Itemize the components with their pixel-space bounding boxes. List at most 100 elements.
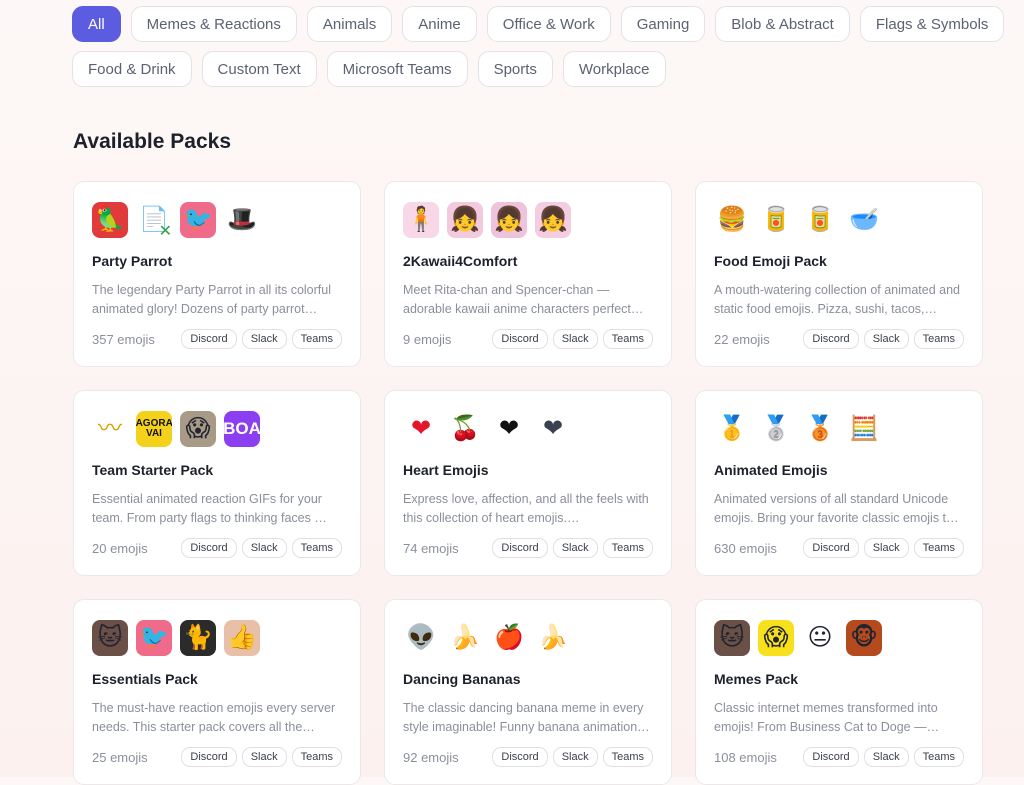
pack-card-2kawaii4comfort[interactable]: 🧍 👧 👧 👧 2Kawaii4Comfort Meet Rita-chan and Sp… [384,181,672,367]
anime-girl-face-icon: 👧 [447,202,483,238]
pack-card-team-starter-pack[interactable]: 〰 AGORA VAI 😱 BOA Team Starter Pack Essential… [73,390,361,576]
anime-girl-standing-icon: 🧍 [403,202,439,238]
pack-footer: 25 emojis Discord Slack Teams [92,747,342,767]
platform-tag-teams: Teams [602,747,653,767]
filter-chip-workplace[interactable]: Workplace [562,51,666,87]
banana-dancer-icon: 🍌 [447,620,483,656]
platform-tags: Discord Slack Teams [803,538,964,558]
platform-tag-slack: Slack [241,538,287,558]
emoji-count: 357 emojis [92,331,155,347]
pack-footer: 92 emojis Discord Slack Teams [403,747,653,767]
emoji-count: 92 emojis [403,749,459,765]
filter-row-1: All Memes & Reactions Animals Anime Office &… [72,6,1005,42]
platform-tag-slack: Slack [552,329,598,349]
pack-footer: 9 emojis Discord Slack Teams [403,329,653,349]
platform-tags: Discord Slack Teams [181,329,342,349]
platform-tags: Discord Slack Teams [181,538,342,558]
platform-tag-teams: Teams [291,747,342,767]
platform-tag-slack: Slack [863,329,909,349]
filter-chip-anime[interactable]: Anime [402,6,477,42]
platform-tag-discord: Discord [492,747,548,767]
pack-description: Essential animated reaction GIFs for you… [92,492,327,525]
filter-chip-gaming[interactable]: Gaming [620,6,706,42]
pack-card-memes-pack[interactable]: 🐱 😱 😐 🐵 Memes Pack Classic internet memes tra… [695,599,983,785]
parrot-x-icon: 📄 ✕ [136,202,172,238]
pack-card-dancing-bananas[interactable]: 👽 🍌 🍎 🍌 Dancing Bananas The classic dancing b… [384,599,672,785]
platform-tag-teams: Teams [913,329,964,349]
filter-chip-office-and-work[interactable]: Office & Work [486,6,611,42]
pack-footer: 74 emojis Discord Slack Teams [403,538,653,558]
pack-footer: 22 emojis Discord Slack Teams [714,329,964,349]
pack-title: Heart Emojis [403,462,489,478]
pack-footer: 630 emojis Discord Slack Teams [714,538,964,558]
pack-preview-icons: 🧍 👧 👧 👧 [403,200,653,240]
platform-tag-slack: Slack [552,747,598,767]
emoji-count: 22 emojis [714,331,770,347]
gentleman-parrot-icon: 🎩 [224,202,260,238]
section-title: Available Packs [73,130,231,153]
filter-chip-sports[interactable]: Sports [477,51,553,87]
pack-title: Party Parrot [92,253,173,269]
filter-chip-all[interactable]: All [72,6,121,42]
pack-preview-icons: 〰 AGORA VAI 😱 BOA [92,409,342,449]
pack-footer: 357 emojis Discord Slack Teams [92,329,342,349]
cherries-icon: 🍒 [447,411,483,447]
platform-tag-discord: Discord [492,329,548,349]
pack-card-essentials-pack[interactable]: 🐱 🐦 🐈 👍 Essentials Pack The must-have reactio… [73,599,361,785]
cola-zero-can-icon: 🥫 [802,202,838,238]
filter-chip-food-and-drink[interactable]: Food & Drink [72,51,192,87]
pack-title: Animated Emojis [714,462,828,478]
emoji-count: 108 emojis [714,749,777,765]
cat-face-icon: 🐱 [92,620,128,656]
all-the-things-icon: 😱 [758,620,794,656]
parrot-slack-icon: 🦜 [92,202,128,238]
platform-tag-slack: Slack [863,747,909,767]
table-cat-icon: 🐈 [180,620,216,656]
pack-footer: 20 emojis Discord Slack Teams [92,538,342,558]
pet-bowl-icon: 🥣 [846,202,882,238]
anime-girl-face-2-icon: 👧 [491,202,527,238]
pack-title: 2Kawaii4Comfort [403,253,518,269]
pack-card-animated-emojis[interactable]: 🥇 🥈 🥉 🧮 Animated Emojis Animated versions of … [695,390,983,576]
filter-chip-flags-and-symbols[interactable]: Flags & Symbols [859,6,1005,42]
platform-tags: Discord Slack Teams [492,747,653,767]
monkey-puppet-icon: 🐵 [846,620,882,656]
pack-title: Memes Pack [714,671,799,687]
platform-tag-discord: Discord [803,538,859,558]
platform-tag-teams: Teams [291,329,342,349]
anime-girl-face-3-icon: 👧 [535,202,571,238]
platform-tag-discord: Discord [181,538,237,558]
pack-title: Team Starter Pack [92,462,214,478]
silver-medal-icon: 🥈 [758,411,794,447]
banner-flag-icon: 〰 [92,411,128,447]
filter-chip-memes-and-reactions[interactable]: Memes & Reactions [130,6,297,42]
packs-grid: 🦜 📄 ✕ 🐦 🎩 Party Parrot The legendary Party Par… [73,181,983,785]
platform-tag-teams: Teams [602,538,653,558]
platform-tags: Discord Slack Teams [803,747,964,767]
filter-row-2: Food & Drink Custom Text Microsoft Teams Sp… [72,51,992,87]
platform-tag-slack: Slack [241,329,287,349]
filter-chip-animals[interactable]: Animals [306,6,393,42]
bronze-medal-icon: 🥉 [802,411,838,447]
agora-vai-icon: AGORA VAI [136,411,172,447]
pack-preview-icons: ❤ 🍒 ❤ ❤ [403,409,653,449]
boa-text-icon: BOA [224,411,260,447]
platform-tag-discord: Discord [181,747,237,767]
platform-tag-teams: Teams [291,538,342,558]
platform-tags: Discord Slack Teams [492,538,653,558]
apple-dancer-icon: 🍎 [491,620,527,656]
pack-card-heart-emojis[interactable]: ❤ 🍒 ❤ ❤ Heart Emojis Express love, affection,… [384,390,672,576]
filter-chip-blob-and-abstract[interactable]: Blob & Abstract [715,6,850,42]
banana-dancer-2-icon: 🍌 [535,620,571,656]
platform-tag-discord: Discord [492,538,548,558]
pack-preview-icons: 🐱 🐦 🐈 👍 [92,618,342,658]
red-heart-icon: ❤ [403,411,439,447]
platform-tags: Discord Slack Teams [181,747,342,767]
rage-face-icon: 😐 [802,620,838,656]
filter-chip-custom-text[interactable]: Custom Text [201,51,317,87]
face-photo-icon: 😱 [180,411,216,447]
pack-card-food-emoji-pack[interactable]: 🍔 🥫 🥫 🥣 Food Emoji Pack A mouth-watering coll… [695,181,983,367]
pack-card-party-parrot[interactable]: 🦜 📄 ✕ 🐦 🎩 Party Parrot The legendary Party Par… [73,181,361,367]
filter-chip-microsoft-teams[interactable]: Microsoft Teams [326,51,468,87]
thumb-icon: 👍 [224,620,260,656]
